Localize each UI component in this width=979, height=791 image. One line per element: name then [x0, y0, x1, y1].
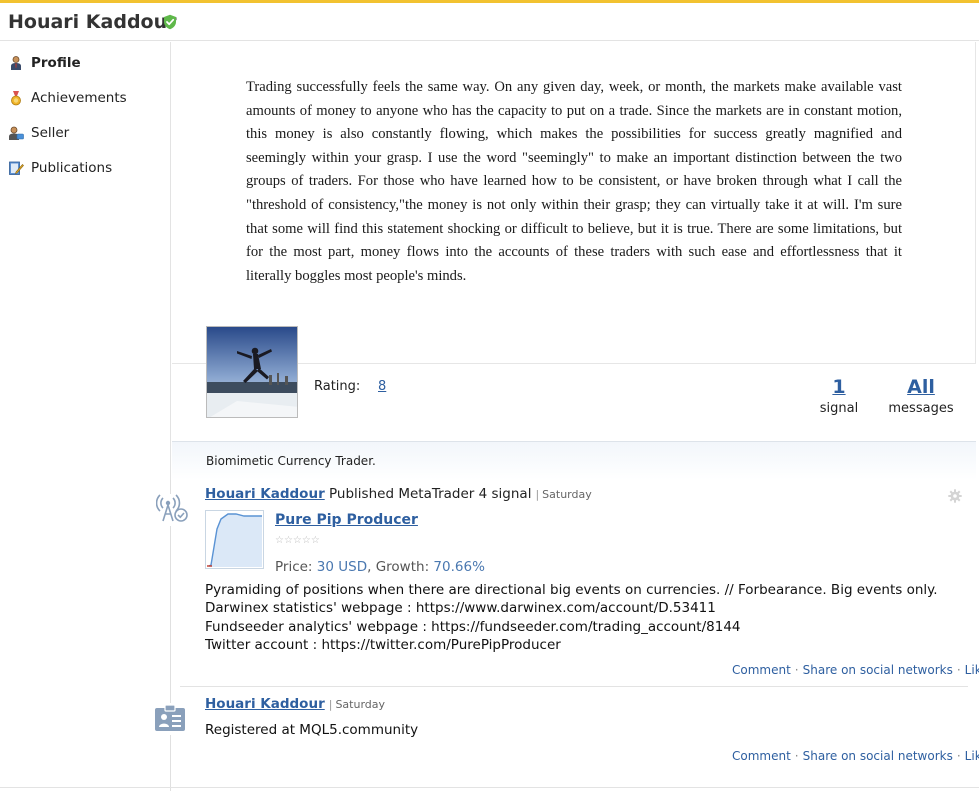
post-divider — [180, 686, 968, 687]
pencil-book-icon — [9, 161, 24, 175]
comment-link[interactable]: Comment — [732, 663, 791, 677]
post-header: Houari Kaddour | Saturday — [205, 696, 385, 712]
post-date: Saturday — [335, 698, 386, 711]
share-link[interactable]: Share on social networks — [803, 749, 953, 763]
action-separator: · — [794, 749, 799, 763]
sidebar-item-label: Seller — [31, 125, 70, 141]
growth-value: 70.66% — [433, 559, 485, 575]
price-value: 30 USD — [316, 559, 368, 575]
post-date: Saturday — [542, 488, 592, 501]
messages-label: messages — [888, 401, 954, 416]
sidebar-item-label: Profile — [31, 55, 81, 71]
quote-panel: Trading successfully feels the same way.… — [172, 42, 976, 364]
share-link[interactable]: Share on social networks — [803, 663, 953, 677]
page-header: Houari Kaddour — [0, 3, 979, 41]
rating-stars: ☆☆☆☆☆ — [275, 535, 320, 546]
registration-text: Registered at MQL5.community — [205, 722, 419, 738]
signals-count[interactable]: 1 — [817, 376, 861, 398]
sidebar-item-publications[interactable]: Publications — [8, 158, 112, 178]
post-description: Pyramiding of positions when there are d… — [205, 581, 938, 654]
description-line: Pyramiding of positions when there are d… — [205, 582, 938, 598]
post-author-link[interactable]: Houari Kaddour — [205, 486, 325, 502]
action-separator: · — [794, 663, 799, 677]
price-label: Price: — [275, 559, 313, 575]
growth-curve — [207, 513, 262, 567]
action-separator: · — [956, 749, 961, 763]
messages-stat[interactable]: All messages — [885, 376, 957, 416]
seller-icon — [9, 126, 24, 140]
signal-antenna-icon — [156, 494, 188, 526]
sidebar-item-seller[interactable]: Seller — [8, 123, 69, 143]
price-growth-line: Price: 30 USD, Growth: 70.66% — [275, 559, 485, 575]
post-separator: | — [328, 698, 333, 711]
rating-value-link[interactable]: 8 — [378, 379, 386, 394]
gear-icon[interactable] — [948, 489, 962, 503]
bottom-border — [0, 787, 979, 788]
description-line: Fundseeder analytics' webpage : https://… — [205, 618, 741, 635]
rating-label: Rating: — [314, 379, 361, 394]
action-separator: · — [956, 663, 961, 677]
growth-label: Growth: — [375, 559, 430, 575]
bio-text: Biomimetic Currency Trader. — [206, 454, 376, 468]
signals-stat[interactable]: 1 signal — [817, 376, 861, 416]
verified-shield-icon — [164, 14, 176, 30]
sidebar-item-label: Publications — [31, 160, 113, 176]
sidebar-item-label: Achievements — [31, 90, 127, 106]
signals-label: signal — [819, 401, 859, 416]
post-author-link[interactable]: Houari Kaddour — [205, 696, 325, 712]
like-link[interactable]: Like — [965, 749, 979, 763]
sidebar-item-achievements[interactable]: Achievements — [8, 88, 127, 108]
quote-text: Trading successfully feels the same way.… — [246, 79, 902, 284]
signal-title-link[interactable]: Pure Pip Producer — [275, 512, 418, 528]
sidebar-item-profile[interactable]: Profile — [8, 53, 81, 73]
comment-link[interactable]: Comment — [732, 749, 791, 763]
messages-count[interactable]: All — [885, 376, 957, 398]
avatar-photo — [207, 327, 297, 417]
signal-growth-chart-thumbnail[interactable] — [205, 510, 264, 569]
post-actions: Comment·Share on social networks·Like — [732, 663, 979, 677]
post-separator: | — [535, 488, 540, 501]
post-header: Houari Kaddour Published MetaTrader 4 si… — [205, 486, 592, 502]
user-icon — [11, 56, 21, 70]
sidebar: Profile Achievements Seller Publications — [0, 42, 171, 791]
description-line: Darwinex statistics' webpage : https://w… — [205, 600, 716, 617]
id-card-icon — [154, 703, 186, 735]
medal-icon — [11, 91, 21, 106]
description-line: Twitter account : https://twitter.com/Pu… — [205, 636, 561, 653]
post-action-text: Published MetaTrader 4 signal — [329, 486, 532, 502]
timeline-line — [170, 480, 171, 791]
post-actions: Comment·Share on social networks·Like — [732, 749, 979, 763]
like-link[interactable]: Like — [965, 663, 979, 677]
page-title: Houari Kaddour — [8, 11, 177, 33]
avatar[interactable] — [206, 326, 298, 418]
